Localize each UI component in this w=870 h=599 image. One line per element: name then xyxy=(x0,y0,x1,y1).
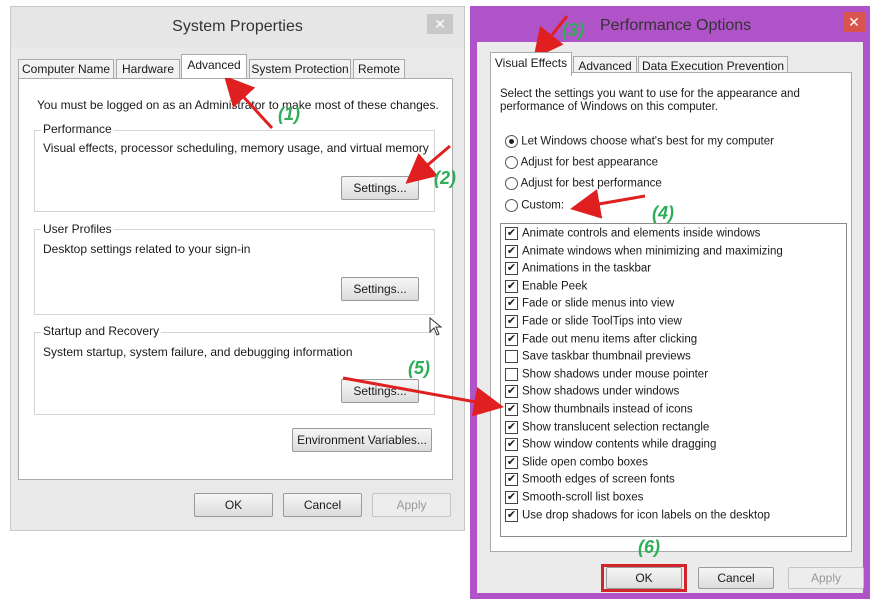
annotation-step-6: (6) xyxy=(638,537,660,557)
tab-advanced[interactable]: Advanced xyxy=(181,54,247,78)
annotation-step-3: (3) xyxy=(562,20,584,40)
arrow-step1 xyxy=(223,75,274,130)
annotation-step-4: (4) xyxy=(652,203,674,223)
tab-visual-effects[interactable]: Visual Effects xyxy=(490,52,572,76)
arrow-step4 xyxy=(570,189,646,219)
annotation-arrows xyxy=(223,15,646,417)
annotation-step-1: (1) xyxy=(278,104,300,124)
annotation-step-2: (2) xyxy=(434,168,456,188)
annotation-step-5: (5) xyxy=(408,358,430,378)
arrow-step5 xyxy=(342,376,504,417)
